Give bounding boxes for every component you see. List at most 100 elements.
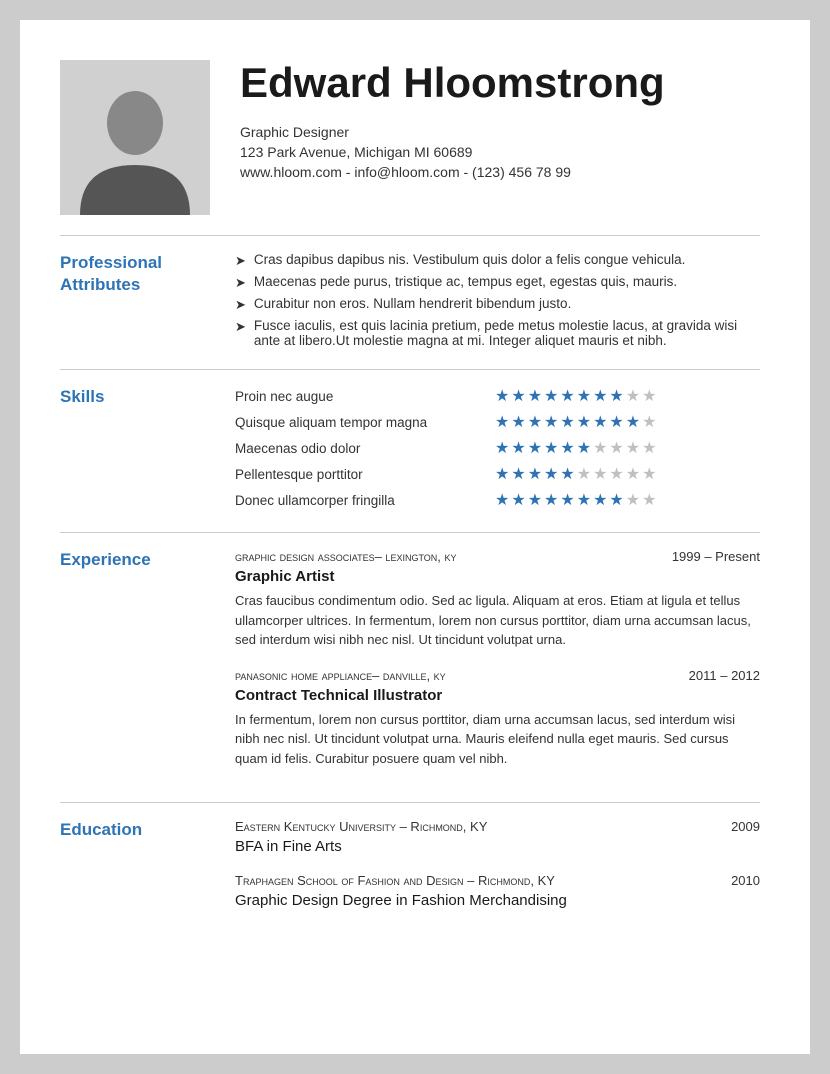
star-filled: ★ [511,438,525,458]
contact-info: www.hloom.com - info@hloom.com - (123) 4… [240,164,760,180]
skill-row: Proin nec augue★★★★★★★★★★ [235,386,760,406]
exp-header: Graphic Design Associates– Lexington, KY… [235,549,760,564]
edu-year: 2009 [731,819,760,834]
star-filled: ★ [560,412,574,432]
professional-content: ➤Cras dapibus dapibus nis. Vestibulum qu… [235,252,760,353]
education-content: Eastern Kentucky University – Richmond, … [235,819,760,927]
edu-school: Eastern Kentucky University – Richmond, … [235,819,487,834]
star-filled: ★ [495,464,509,484]
exp-dates: 1999 – Present [672,549,760,564]
exp-description: In fermentum, lorem non cursus porttitor… [235,710,760,769]
experience-label: Experience [60,549,235,786]
star-filled: ★ [609,412,623,432]
star-empty: ★ [626,490,640,510]
avatar [60,60,210,215]
arrow-icon: ➤ [235,297,246,313]
star-empty: ★ [626,386,640,406]
skill-stars: ★★★★★★★★★★ [495,464,656,484]
star-filled: ★ [495,438,509,458]
attribute-item: ➤Cras dapibus dapibus nis. Vestibulum qu… [235,252,760,269]
star-empty: ★ [642,386,656,406]
skill-stars: ★★★★★★★★★★ [495,412,656,432]
star-filled: ★ [577,412,591,432]
star-filled: ★ [560,490,574,510]
star-empty: ★ [609,438,623,458]
star-filled: ★ [511,464,525,484]
star-empty: ★ [642,490,656,510]
address: 123 Park Avenue, Michigan MI 60689 [240,144,760,160]
skill-row: Donec ullamcorper fringilla★★★★★★★★★★ [235,490,760,510]
star-filled: ★ [577,490,591,510]
skill-name: Quisque aliquam tempor magna [235,415,495,430]
star-filled: ★ [528,490,542,510]
attributes-list: ➤Cras dapibus dapibus nis. Vestibulum qu… [235,252,760,348]
edu-header: Traphagen School of Fashion and Design –… [235,873,760,888]
education-section: Education Eastern Kentucky University – … [60,802,760,943]
education-entry: Eastern Kentucky University – Richmond, … [235,819,760,855]
header-info: Edward Hloomstrong Graphic Designer 123 … [240,60,760,180]
education-label: Education [60,819,235,927]
attribute-item: ➤Maecenas pede purus, tristique ac, temp… [235,274,760,291]
star-filled: ★ [593,386,607,406]
star-filled: ★ [495,490,509,510]
star-filled: ★ [544,464,558,484]
star-filled: ★ [593,412,607,432]
experience-content: Graphic Design Associates– Lexington, KY… [235,549,760,786]
star-empty: ★ [642,464,656,484]
edu-header: Eastern Kentucky University – Richmond, … [235,819,760,834]
star-filled: ★ [544,386,558,406]
full-name: Edward Hloomstrong [240,60,760,106]
arrow-icon: ➤ [235,275,246,291]
star-filled: ★ [577,386,591,406]
experience-entry: Panasonic Home Appliance– Danville, KY 2… [235,668,760,769]
star-empty: ★ [577,464,591,484]
edu-degree: Graphic Design Degree in Fashion Merchan… [235,892,760,909]
star-empty: ★ [642,412,656,432]
exp-company: Graphic Design Associates– Lexington, KY [235,549,457,564]
star-filled: ★ [560,464,574,484]
professional-section: ProfessionalAttributes ➤Cras dapibus dap… [60,235,760,369]
job-title: Graphic Designer [240,124,760,140]
education-entry: Traphagen School of Fashion and Design –… [235,873,760,909]
header-section: Edward Hloomstrong Graphic Designer 123 … [60,60,760,215]
skill-name: Donec ullamcorper fringilla [235,493,495,508]
arrow-icon: ➤ [235,319,246,335]
edu-degree: BFA in Fine Arts [235,838,760,855]
attribute-item: ➤Fusce iaculis, est quis lacinia pretium… [235,318,760,348]
star-filled: ★ [593,490,607,510]
star-empty: ★ [609,464,623,484]
exp-title: Contract Technical Illustrator [235,687,760,704]
skills-content: Proin nec augue★★★★★★★★★★ Quisque aliquam… [235,386,760,516]
star-filled: ★ [495,386,509,406]
skill-row: Quisque aliquam tempor magna★★★★★★★★★★ [235,412,760,432]
edu-school: Traphagen School of Fashion and Design –… [235,873,555,888]
star-empty: ★ [626,464,640,484]
star-filled: ★ [544,438,558,458]
star-empty: ★ [642,438,656,458]
star-filled: ★ [560,386,574,406]
star-filled: ★ [528,386,542,406]
star-filled: ★ [626,412,640,432]
skill-stars: ★★★★★★★★★★ [495,490,656,510]
star-filled: ★ [528,464,542,484]
arrow-icon: ➤ [235,253,246,269]
skills-section: Skills Proin nec augue★★★★★★★★★★ Quisque … [60,369,760,532]
star-filled: ★ [577,438,591,458]
skill-stars: ★★★★★★★★★★ [495,438,656,458]
star-empty: ★ [626,438,640,458]
skill-name: Maecenas odio dolor [235,441,495,456]
star-filled: ★ [528,412,542,432]
star-filled: ★ [511,412,525,432]
star-filled: ★ [528,438,542,458]
skill-name: Pellentesque porttitor [235,467,495,482]
experience-entry: Graphic Design Associates– Lexington, KY… [235,549,760,650]
professional-label: ProfessionalAttributes [60,252,235,353]
exp-company: Panasonic Home Appliance– Danville, KY [235,668,446,683]
star-filled: ★ [560,438,574,458]
resume-document: Edward Hloomstrong Graphic Designer 123 … [20,20,810,1054]
skills-label: Skills [60,386,235,516]
exp-dates: 2011 – 2012 [689,668,760,683]
attribute-item: ➤Curabitur non eros. Nullam hendrerit bi… [235,296,760,313]
exp-header: Panasonic Home Appliance– Danville, KY 2… [235,668,760,683]
star-filled: ★ [609,490,623,510]
